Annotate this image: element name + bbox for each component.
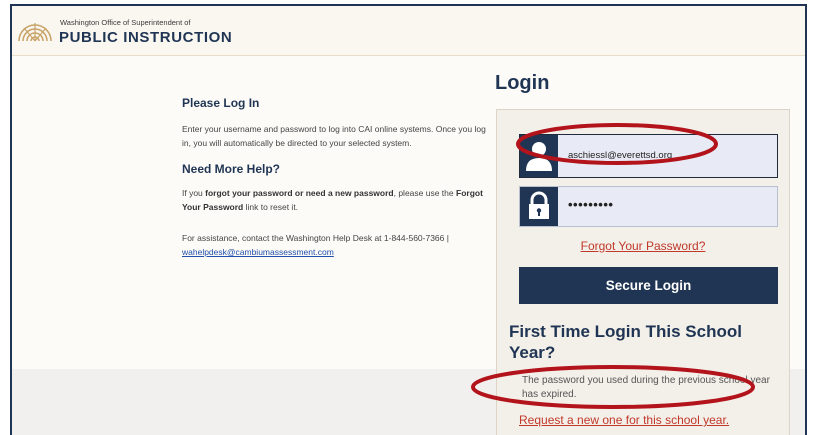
username-value: aschiessl@everettsd.org [568,150,673,161]
request-new-password-link[interactable]: Request a new one for this school year. [519,413,729,427]
help-text-part: link to reset it. [243,202,299,212]
assistance-text-part: For assistance, contact the Washington H… [182,233,449,243]
forgot-password-link[interactable]: Forgot Your Password? [497,239,789,253]
username-field[interactable]: aschiessl@everettsd.org [519,134,778,178]
helpdesk-email-link[interactable]: wahelpdesk@cambiumassessment.com [182,247,334,257]
intro-text: Enter your username and password to log … [182,124,486,148]
assistance-text: For assistance, contact the Washington H… [182,231,487,259]
help-text-part: , please use the [393,188,456,198]
org-name: PUBLIC INSTRUCTION [59,29,233,46]
info-panel: Please Log In Enter your username and pa… [182,96,487,259]
need-help-heading: Need More Help? [182,162,281,176]
help-text-part: If you [182,188,206,198]
help-text: If you forgot your password or need a ne… [182,186,487,214]
lock-icon [520,187,558,226]
page-frame: Washington Office of Superintendent of P… [10,4,807,435]
secure-login-button[interactable]: Secure Login [519,267,778,304]
user-icon [520,135,558,177]
site-header: Washington Office of Superintendent of P… [12,6,805,56]
login-title: Login [495,72,550,94]
help-text-bold: forgot your password or need a new passw… [205,188,394,198]
password-field[interactable]: ••••••••• [519,186,778,227]
please-log-in-heading: Please Log In [182,96,260,110]
ospi-logo-icon [18,23,52,42]
password-expired-text: The password you used during the previou… [522,375,770,400]
org-line: Washington Office of Superintendent of [60,18,191,27]
login-card: aschiessl@everettsd.org ••••••••• Forgot… [496,109,790,435]
first-time-login-heading: First Time Login This School Year? [509,322,742,362]
password-value: ••••••••• [568,197,614,212]
